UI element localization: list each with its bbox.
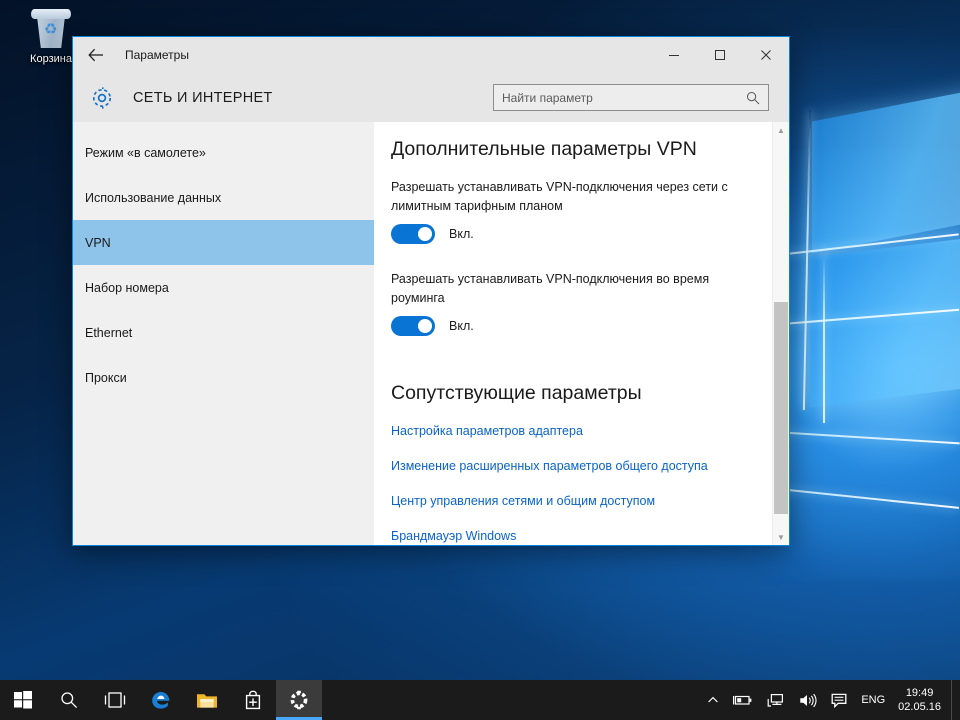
scrollbar-up-button[interactable]: ▲	[773, 122, 789, 138]
chevron-up-icon	[708, 696, 719, 703]
recycle-bin-icon: ♻	[27, 6, 75, 50]
sidebar-item-label: Ethernet	[85, 325, 133, 340]
sidebar-item-label: VPN	[85, 235, 111, 250]
volume-icon	[800, 693, 817, 707]
task-view-button[interactable]	[92, 680, 138, 720]
maximize-icon	[715, 50, 725, 60]
close-button[interactable]	[743, 37, 789, 73]
scrollbar-thumb[interactable]	[774, 302, 788, 514]
tray-network-button[interactable]	[760, 680, 792, 720]
sidebar-item-label: Набор номера	[85, 280, 169, 295]
setting-row-metered: Вкл.	[391, 224, 789, 244]
search-icon	[61, 692, 78, 709]
settings-home-button[interactable]	[85, 81, 119, 115]
link-windows-firewall[interactable]: Брандмауэр Windows	[391, 529, 516, 543]
sidebar-item-data-usage[interactable]: Использование данных	[73, 175, 374, 220]
store-button[interactable]	[230, 680, 276, 720]
tray-volume-button[interactable]	[792, 680, 824, 720]
setting-label-roaming: Разрешать устанавливать VPN-подключения …	[391, 272, 710, 305]
taskbar: ENG 19:49 02.05.16	[0, 680, 960, 720]
back-arrow-icon	[88, 48, 103, 62]
task-view-icon	[104, 692, 126, 708]
tray-clock[interactable]: 19:49 02.05.16	[892, 680, 951, 720]
settings-body: Режим «в самолете» Использование данных …	[73, 122, 789, 545]
sidebar-item-airplane-mode[interactable]: Режим «в самолете»	[73, 130, 374, 175]
back-button[interactable]	[73, 37, 119, 73]
tray-battery-button[interactable]	[726, 680, 760, 720]
action-center-icon	[831, 693, 847, 708]
minimize-button[interactable]	[651, 37, 697, 73]
setting-row-roaming: Вкл.	[391, 316, 789, 336]
tray-action-center-button[interactable]	[824, 680, 854, 720]
tray-chevron-up-button[interactable]	[700, 680, 726, 720]
network-icon	[767, 693, 784, 707]
file-explorer-button[interactable]	[184, 680, 230, 720]
search-container	[493, 84, 769, 111]
section-heading-related-settings: Сопутствующие параметры	[391, 382, 642, 404]
folder-icon	[197, 693, 217, 708]
edge-icon	[152, 692, 170, 709]
toggle-knob	[418, 319, 432, 333]
battery-icon	[733, 695, 752, 705]
gear-icon	[290, 690, 308, 710]
link-advanced-sharing-settings[interactable]: Изменение расширенных параметров общего …	[391, 459, 708, 473]
sidebar-item-vpn[interactable]: VPN	[73, 220, 374, 265]
content-scrollbar[interactable]: ▲ ▼	[772, 122, 789, 545]
window-title-bar: Параметры	[73, 37, 789, 73]
window-title: Параметры	[125, 48, 189, 62]
settings-header: СЕТЬ И ИНТЕРНЕТ	[73, 73, 789, 122]
edge-button[interactable]	[138, 680, 184, 720]
settings-sidebar: Режим «в самолете» Использование данных …	[73, 122, 374, 545]
system-tray: ENG 19:49 02.05.16	[700, 680, 960, 720]
settings-content: Дополнительные параметры VPN Разрешать у…	[374, 122, 789, 545]
sidebar-item-label: Режим «в самолете»	[85, 145, 206, 160]
maximize-button[interactable]	[697, 37, 743, 73]
page-title: СЕТЬ И ИНТЕРНЕТ	[133, 89, 273, 106]
toggle-state-label: Вкл.	[449, 319, 474, 333]
desktop: ♻ Корзина Параметры СЕТЬ И ИНТЕРНЕТ Найт…	[0, 0, 960, 720]
search-icon[interactable]	[744, 91, 768, 105]
windows-logo-icon	[14, 691, 32, 709]
sidebar-item-label: Использование данных	[85, 190, 222, 205]
search-button[interactable]	[46, 680, 92, 720]
store-bag-icon	[245, 690, 261, 710]
wallpaper-pane-bottom	[810, 234, 960, 408]
toggle-roaming-vpn[interactable]	[391, 316, 435, 336]
start-button[interactable]	[0, 680, 46, 720]
settings-taskbar-button[interactable]	[276, 680, 322, 720]
link-network-sharing-center[interactable]: Центр управления сетями и общим доступом	[391, 494, 655, 508]
settings-window: Параметры СЕТЬ И ИНТЕРНЕТ Найти параметр…	[72, 36, 790, 546]
clock-time: 19:49	[905, 687, 934, 699]
tray-language-indicator[interactable]: ENG	[854, 680, 892, 720]
search-box[interactable]	[493, 84, 769, 111]
toggle-knob	[418, 227, 432, 241]
search-input[interactable]	[494, 85, 744, 110]
wallpaper-vline-2	[823, 248, 825, 423]
gear-icon	[92, 86, 112, 109]
sidebar-item-dial-up[interactable]: Набор номера	[73, 265, 374, 310]
show-desktop-button[interactable]	[951, 680, 960, 720]
window-controls	[651, 37, 789, 73]
section-heading-advanced-vpn: Дополнительные параметры VPN	[391, 138, 697, 160]
scrollbar-down-button[interactable]: ▼	[773, 529, 789, 545]
toggle-metered-vpn[interactable]	[391, 224, 435, 244]
sidebar-item-label: Прокси	[85, 370, 127, 385]
close-icon	[761, 50, 771, 60]
minimize-icon	[669, 55, 679, 56]
sidebar-item-ethernet[interactable]: Ethernet	[73, 310, 374, 355]
content-inner: Дополнительные параметры VPN Разрешать у…	[374, 122, 789, 543]
sidebar-item-proxy[interactable]: Прокси	[73, 355, 374, 400]
setting-label-metered: Разрешать устанавливать VPN-подключения …	[391, 180, 728, 213]
link-adapter-settings[interactable]: Настройка параметров адаптера	[391, 424, 583, 438]
clock-date: 02.05.16	[898, 701, 941, 713]
toggle-state-label: Вкл.	[449, 227, 474, 241]
